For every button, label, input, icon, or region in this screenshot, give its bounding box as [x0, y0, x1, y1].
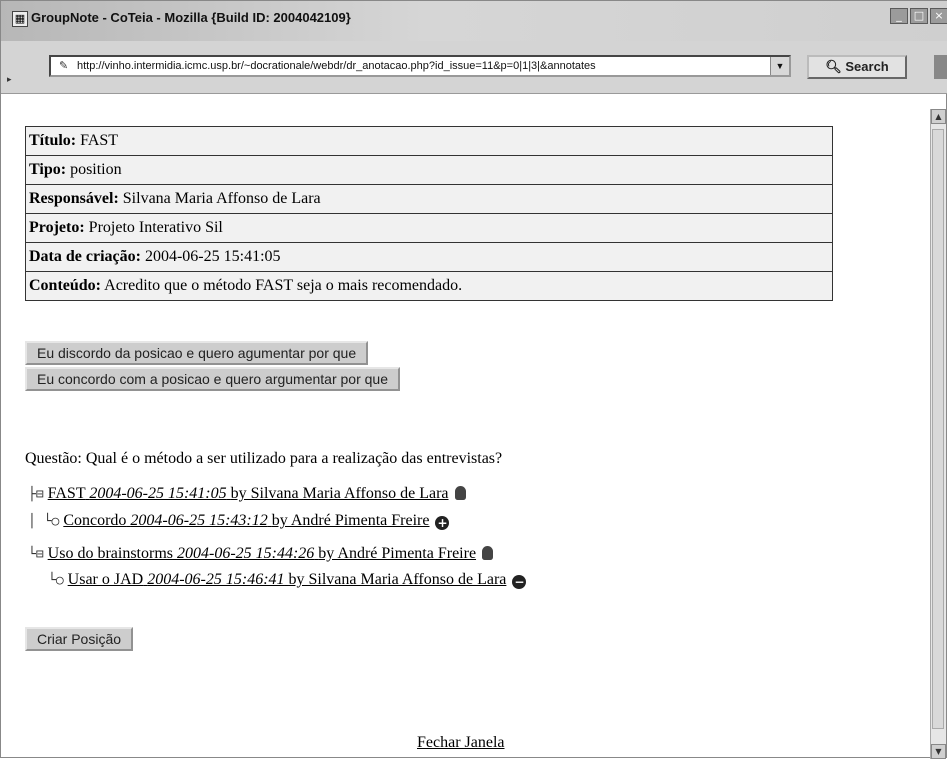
maximize-button[interactable]: □	[910, 8, 928, 24]
scroll-up-icon[interactable]: ▲	[931, 109, 946, 124]
tree-leaf-icon: └○	[48, 573, 64, 588]
argument-link-jad[interactable]: Usar o JAD 2004-06-25 15:46:41 by Silvan…	[68, 571, 507, 588]
page-content: Título: FAST Tipo: position Responsável:…	[1, 109, 932, 759]
info-value: 2004-06-25 15:41:05	[144, 248, 281, 265]
navigation-toolbar: ▸ ✎ http://vinho.intermidia.icmc.usp.br/~…	[1, 41, 947, 94]
tree-node-concordo: │ └○ Concordo 2004-06-25 15:43:12 by And…	[28, 512, 450, 530]
minus-circle-icon: −	[512, 575, 527, 589]
url-text[interactable]: http://vinho.intermidia.icmc.usp.br/~doc…	[77, 60, 596, 72]
close-window-link[interactable]: Fechar Janela	[417, 734, 505, 752]
search-button[interactable]: 🔍︎ Search	[807, 55, 907, 79]
page-proxy-icon: ✎	[59, 60, 69, 72]
info-value: Projeto Interativo Sil	[88, 219, 223, 236]
info-label: Conteúdo:	[29, 277, 102, 294]
scroll-down-icon[interactable]: ▼	[931, 744, 946, 759]
info-row-content: Conteúdo: Acredito que o método FAST sej…	[25, 271, 833, 301]
issue-info-table: Título: FAST Tipo: position Responsável:…	[25, 126, 833, 301]
browser-window: ▦ GroupNote - CoTeia - Mozilla {Build ID…	[0, 0, 947, 759]
window-controls: _ □ ×	[890, 8, 947, 24]
info-row-title: Título: FAST	[25, 126, 833, 156]
info-label: Tipo:	[29, 161, 67, 178]
info-value: Silvana Maria Affonso de Lara	[122, 190, 321, 207]
info-label: Título:	[29, 132, 77, 149]
lightbulb-icon	[482, 546, 494, 560]
tree-node-fast: ├⊟ FAST 2004-06-25 15:41:05 by Silvana M…	[28, 485, 466, 503]
url-bar[interactable]: ✎ http://vinho.intermidia.icmc.usp.br/~do…	[49, 55, 791, 77]
create-position-button[interactable]: Criar Posição	[25, 627, 134, 651]
info-row-owner: Responsável: Silvana Maria Affonso de La…	[25, 184, 833, 214]
magnifier-icon: 🔍︎	[825, 59, 842, 74]
lightbulb-icon	[454, 486, 466, 500]
question-text: Questão: Qual é o método a ser utilizado…	[25, 450, 503, 467]
info-value: position	[70, 161, 122, 178]
info-value: FAST	[80, 132, 119, 149]
position-link-fast[interactable]: FAST 2004-06-25 15:41:05 by Silvana Mari…	[48, 485, 449, 502]
search-label: Search	[845, 59, 889, 74]
disagree-button[interactable]: Eu discordo da posicao e quero agumentar…	[25, 341, 369, 365]
info-value: Acredito que o método FAST seja o mais r…	[104, 277, 463, 294]
position-link-brainstorms[interactable]: Uso do brainstorms 2004-06-25 15:44:26 b…	[48, 545, 476, 562]
info-row-type: Tipo: position	[25, 155, 833, 185]
app-window-icon: ▦	[12, 11, 28, 27]
minimize-button[interactable]: _	[890, 8, 908, 24]
tree-leaf-icon: │ └○	[28, 514, 60, 529]
url-dropdown-icon[interactable]: ▼	[770, 57, 789, 75]
info-label: Data de criação:	[29, 248, 141, 265]
agree-button[interactable]: Eu concordo com a posicao e quero argume…	[25, 367, 400, 391]
plus-circle-icon: +	[435, 516, 450, 530]
title-bar: ▦ GroupNote - CoTeia - Mozilla {Build ID…	[1, 1, 947, 42]
toolbar-edge	[934, 55, 947, 79]
info-label: Projeto:	[29, 219, 85, 236]
info-label: Responsável:	[29, 190, 119, 207]
window-title: GroupNote - CoTeia - Mozilla {Build ID: …	[31, 10, 351, 25]
vertical-scrollbar[interactable]: ▲ ▼	[930, 109, 946, 759]
tree-node-brainstorms: └⊟ Uso do brainstorms 2004-06-25 15:44:2…	[28, 545, 494, 563]
scrollbar-thumb[interactable]	[932, 129, 944, 729]
argument-link-concordo[interactable]: Concordo 2004-06-25 15:43:12 by André Pi…	[63, 512, 429, 529]
info-row-project: Projeto: Projeto Interativo Sil	[25, 213, 833, 243]
tree-node-jad: └○ Usar o JAD 2004-06-25 15:46:41 by Sil…	[48, 571, 527, 589]
toolbar-grip-icon[interactable]: ▸	[7, 75, 15, 89]
info-row-created: Data de criação: 2004-06-25 15:41:05	[25, 242, 833, 272]
close-window-button[interactable]: ×	[930, 8, 947, 24]
tree-collapse-icon[interactable]: ├⊟	[28, 487, 44, 502]
tree-collapse-icon[interactable]: └⊟	[28, 547, 44, 562]
